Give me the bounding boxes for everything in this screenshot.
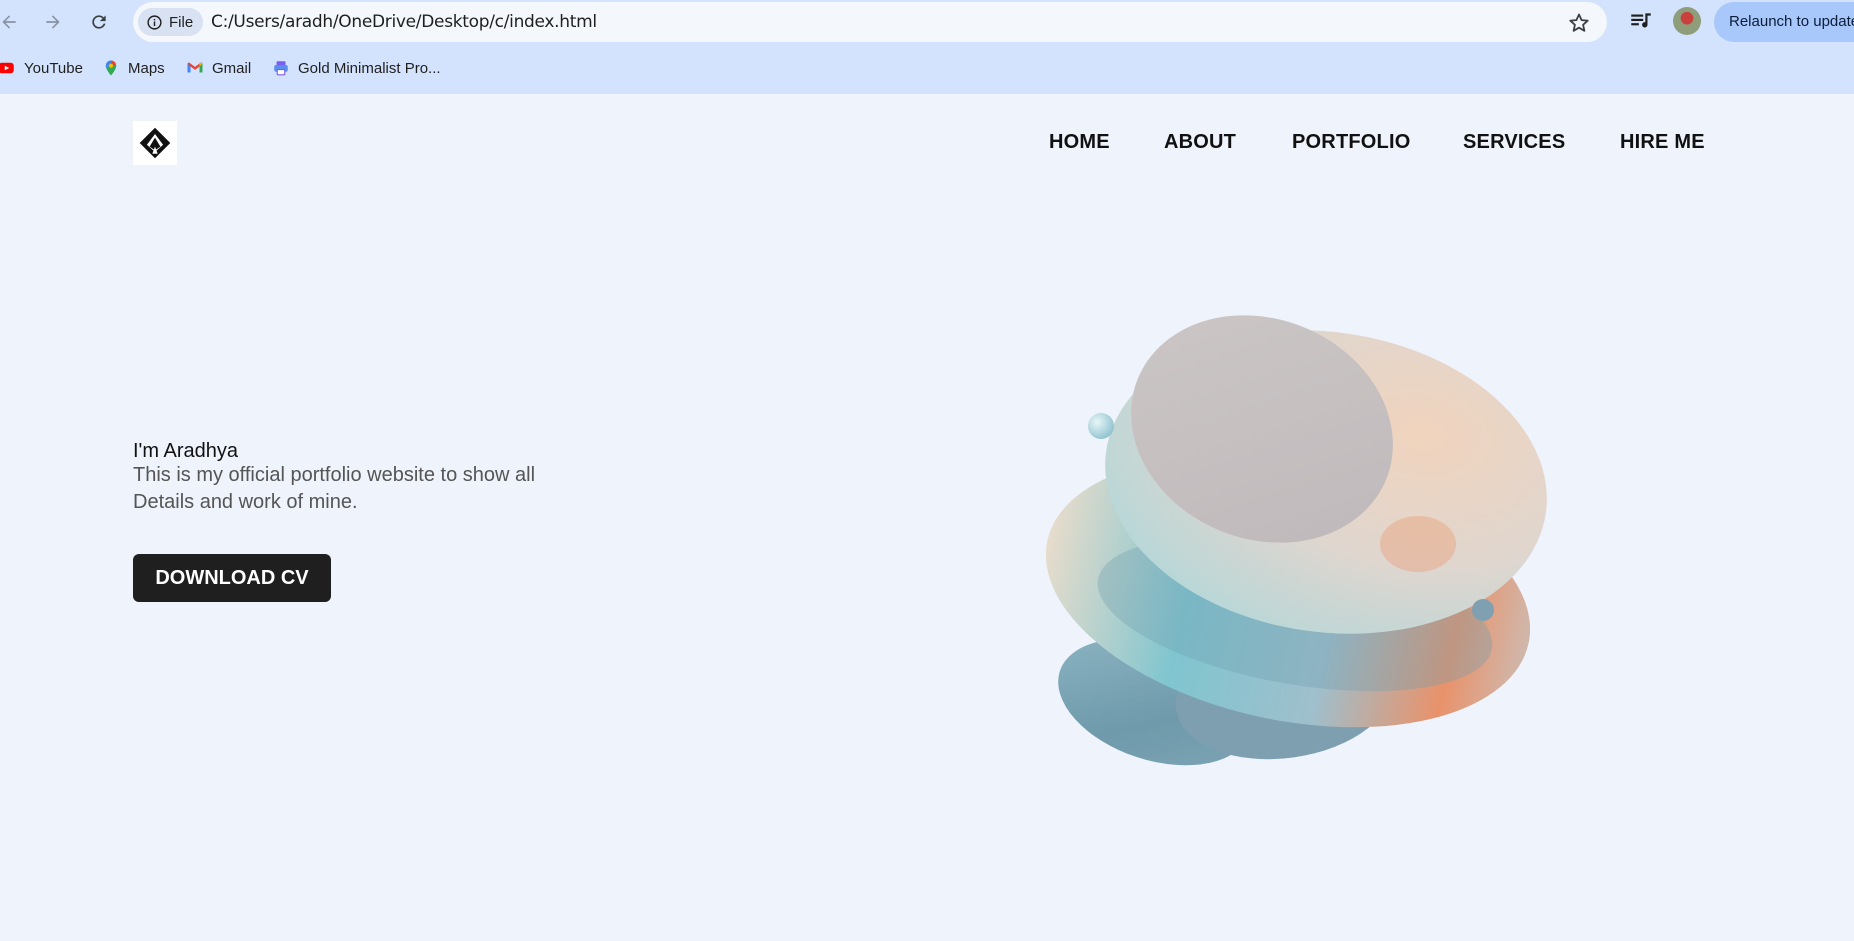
arrow-right-icon [46, 15, 60, 29]
nav-link-about[interactable]: ABOUT [1164, 131, 1236, 154]
bookmark-maps[interactable]: Maps [102, 57, 165, 79]
bookmark-youtube[interactable]: YouTube [0, 57, 83, 79]
url-text[interactable]: C:/Users/aradh/OneDrive/Desktop/c/index.… [211, 12, 597, 32]
bookmark-label: Gmail [212, 59, 252, 77]
youtube-icon [0, 62, 14, 74]
reload-icon [92, 15, 106, 29]
reload-button[interactable] [86, 9, 112, 35]
bookmark-gold-minimalist[interactable]: Gold Minimalist Pro... [272, 57, 441, 79]
nav-link-services[interactable]: SERVICES [1463, 131, 1565, 154]
maps-pin-icon [105, 60, 117, 76]
printer-icon [274, 61, 288, 76]
gmail-icon [187, 62, 203, 73]
forward-button[interactable] [40, 9, 66, 35]
info-icon [147, 14, 162, 30]
nav-link-portfolio[interactable]: PORTFOLIO [1292, 131, 1410, 154]
relaunch-button[interactable]: Relaunch to update [1714, 2, 1854, 42]
site-info-chip[interactable]: File [138, 8, 204, 36]
site-logo[interactable] [133, 121, 177, 165]
portfolio-page: HOME ABOUT PORTFOLIO SERVICES HIRE ME I'… [0, 94, 1854, 941]
browser-toolbar: File C:/Users/aradh/OneDrive/Desktop/c/i… [0, 0, 1854, 43]
profile-avatar[interactable] [1673, 7, 1701, 35]
bookmark-gmail[interactable]: Gmail [186, 57, 251, 79]
address-bar[interactable]: File C:/Users/aradh/OneDrive/Desktop/c/i… [133, 2, 1607, 42]
star-icon[interactable] [1567, 11, 1591, 35]
back-button[interactable] [0, 9, 22, 35]
bookmark-label: Gold Minimalist Pro... [298, 59, 441, 77]
media-queue-icon[interactable] [1628, 8, 1654, 34]
arrow-left-icon [2, 15, 16, 29]
hero-3d-shape-illustration [1045, 315, 1547, 766]
download-cv-button[interactable]: DOWNLOAD CV [133, 554, 331, 602]
file-chip-label: File [169, 13, 194, 31]
hero-tagline: This is my official portfolio website to… [133, 464, 536, 513]
logo-diamond-icon [139, 127, 171, 159]
nav-link-hire-me[interactable]: HIRE ME [1620, 131, 1705, 154]
hero-intro: I'm Aradhya [133, 440, 238, 462]
bookmark-label: Maps [128, 59, 165, 77]
bookmark-label: YouTube [24, 59, 83, 77]
nav-link-home[interactable]: HOME [1049, 131, 1110, 154]
